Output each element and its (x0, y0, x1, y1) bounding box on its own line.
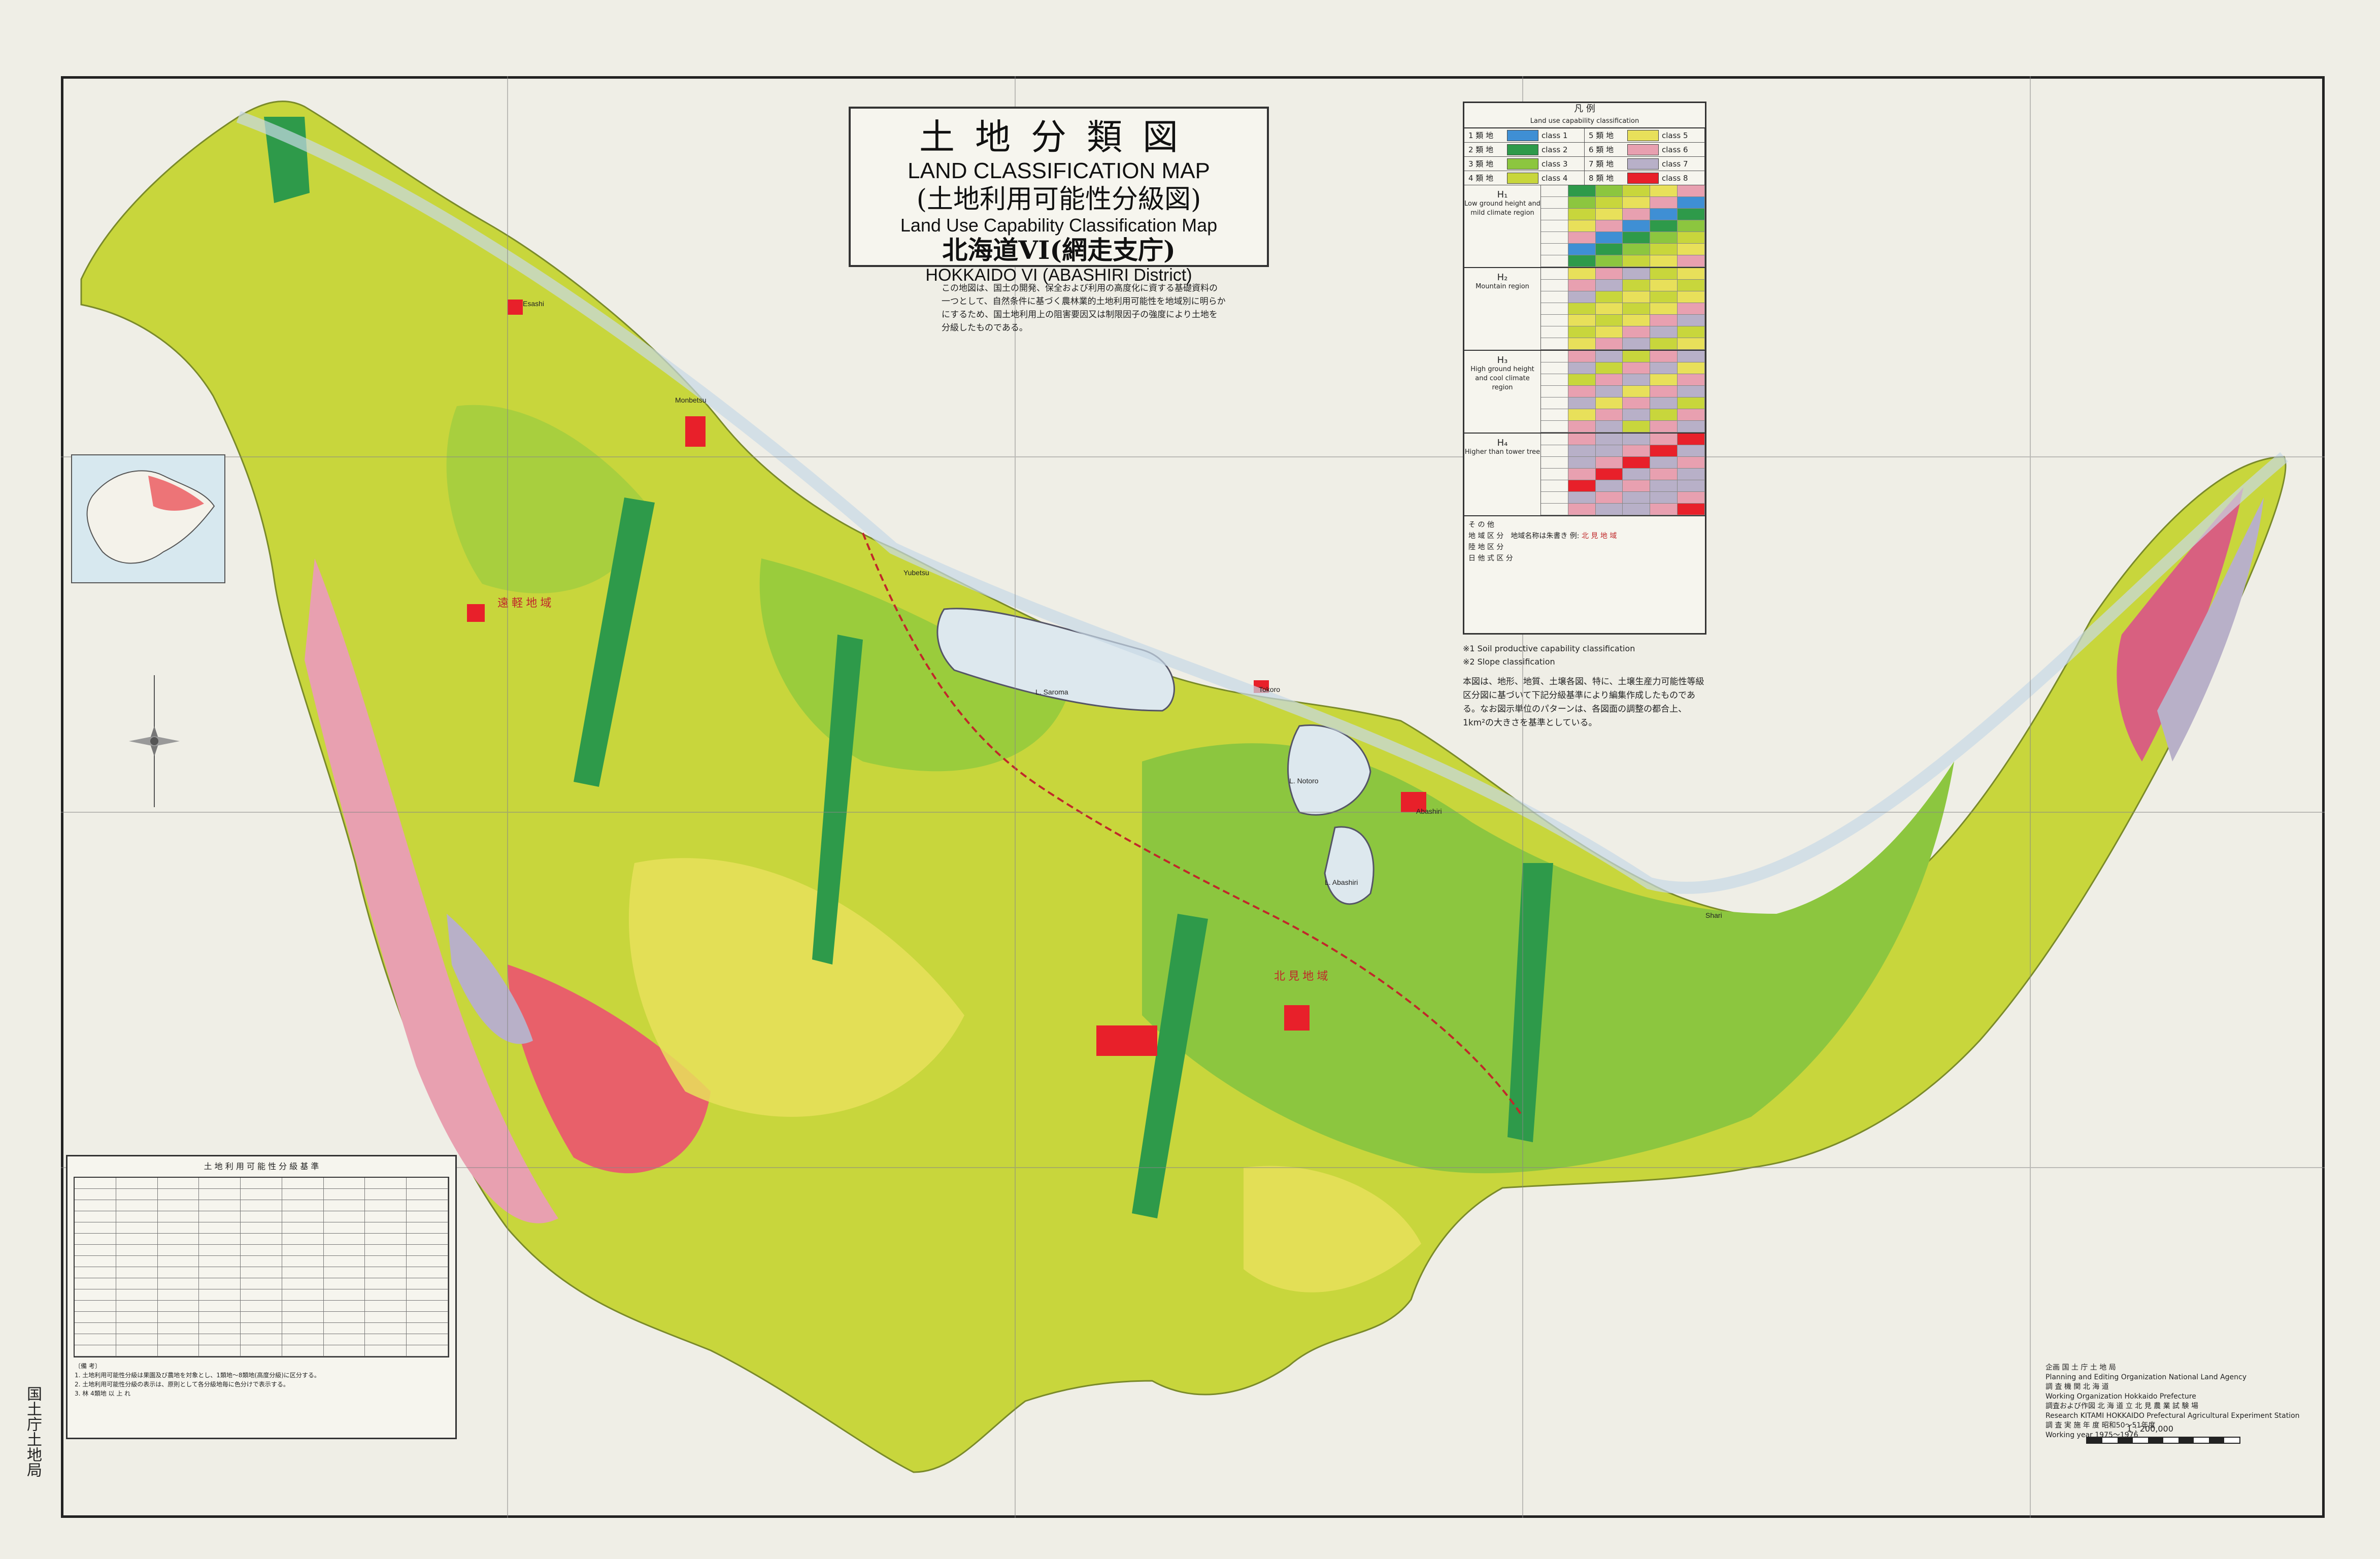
credits-block: 企画 国 土 庁 土 地 局 Planning and Editing Orga… (2046, 1364, 2300, 1439)
criteria-title: 土 地 利 用 可 能 性 分 級 基 準 (204, 1162, 319, 1171)
criteria-grid (74, 1177, 449, 1357)
legend-class-item: 7 類 地 class 7 (1585, 157, 1705, 171)
legend-class-row: 3 類 地 class 37 類 地 class 7 (1464, 157, 1705, 171)
town-engaru (1284, 1005, 1310, 1031)
town-yubetsu (508, 300, 523, 315)
town-kitami (1096, 1025, 1157, 1056)
subtitle-en: Land Use Capability Classification Map (900, 215, 1218, 236)
map-notes: 本図は、地形、地質、土壌各図、特に、土壌生産力可能性等級区分図に基づいて下記分級… (1463, 677, 1704, 728)
legend-class-item: 6 類 地 class 6 (1585, 143, 1705, 156)
legend-class-row: 1 類 地 class 15 類 地 class 5 (1464, 128, 1705, 143)
legend-class-item: 1 類 地 class 1 (1464, 128, 1585, 142)
legend: 凡 例 Land use capability classification 1… (1463, 102, 1706, 635)
publisher-vertical-text: 国土庁土地局 (24, 1386, 42, 1477)
title-en: LAND CLASSIFICATION MAP (908, 158, 1210, 183)
place-label: 遠 軽 地 域 (497, 596, 552, 609)
place-label: Monbetsu (675, 396, 707, 404)
legend-class-item: 2 類 地 class 2 (1464, 143, 1585, 156)
legend-footer: そ の 他 地 域 区 分 地域名称は朱書き 例: 北 見 地 域 陸 地 区 … (1468, 521, 1617, 562)
legend-zone: H₃ High ground height and cool climate re… (1464, 351, 1705, 434)
place-label: L. Notoro (1289, 777, 1319, 785)
legend-notes: ※1 Soil productive capability classifica… (1463, 644, 1635, 667)
legend-class-row: 4 類 地 class 48 類 地 class 8 (1464, 171, 1705, 185)
subtitle-jp: (土地利用可能性分級図) (916, 184, 1201, 215)
legend-swatch (1627, 129, 1659, 141)
place-label: Abashiri (1416, 807, 1442, 815)
legend-zone: H₁ Low ground height and mild climate reg… (1464, 185, 1705, 268)
place-label: Tokoro (1259, 685, 1281, 693)
classification-criteria-table: 土 地 利 用 可 能 性 分 級 基 準 〔備 考〕 1. 土地利用可能性分級… (66, 1155, 457, 1439)
title-jp: 土地分類図 (919, 116, 1198, 158)
scale-bar (2086, 1437, 2240, 1444)
legend-swatch (1507, 172, 1538, 184)
legend-title: 凡 例 Land use capability classification (1464, 103, 1705, 128)
map-title-block: 土地分類図 LAND CLASSIFICATION MAP (土地利用可能性分級… (849, 107, 1269, 285)
legend-class-item: 3 類 地 class 3 (1464, 157, 1585, 171)
town-monbetsu (685, 416, 706, 447)
map-description: この地図は、国土の開発、保全および利用の高度化に資する基礎資料の一つとして、自然… (942, 283, 1226, 333)
legend-class-table: 1 類 地 class 15 類 地 class 52 類 地 class 26 類 … (1464, 128, 1705, 185)
place-label: L. Saroma (1035, 688, 1068, 696)
legend-class-item: 4 類 地 class 4 (1464, 171, 1585, 185)
place-label: 北 見 地 域 (1274, 970, 1328, 982)
criteria-notes: 〔備 考〕 1. 土地利用可能性分級は果園及び農地を対象とし、1類地～8類地(高… (75, 1363, 320, 1397)
legend-swatch (1507, 144, 1538, 155)
scale-label: 1 : 200,000 (2127, 1424, 2173, 1434)
place-label: Yubetsu (903, 569, 929, 577)
place-label: Shari (1705, 911, 1722, 919)
legend-swatch (1627, 172, 1659, 184)
legend-swatch (1507, 158, 1538, 170)
legend-zone: H₄ Higher than tower tree (1464, 434, 1705, 516)
legend-swatch (1507, 129, 1538, 141)
legend-swatch (1627, 144, 1659, 155)
region-jp: 北海道VI(網走支庁) (942, 235, 1176, 265)
place-label: L. Abashiri (1325, 878, 1358, 886)
map-sheet: 土地分類図 LAND CLASSIFICATION MAP (土地利用可能性分級… (0, 0, 2380, 1559)
hokkaido-inset-map (71, 454, 225, 583)
legend-class-row: 2 類 地 class 26 類 地 class 6 (1464, 143, 1705, 157)
compass-rose-icon (129, 675, 180, 807)
legend-class-item: 8 類 地 class 8 (1585, 171, 1705, 185)
legend-class-item: 5 類 地 class 5 (1585, 128, 1705, 142)
legend-swatch (1627, 158, 1659, 170)
legend-zone: H₂ Mountain region (1464, 268, 1705, 351)
place-label: Esashi (523, 300, 545, 308)
town-west (467, 604, 485, 622)
legend-zone-table: H₁ Low ground height and mild climate reg… (1464, 185, 1705, 516)
